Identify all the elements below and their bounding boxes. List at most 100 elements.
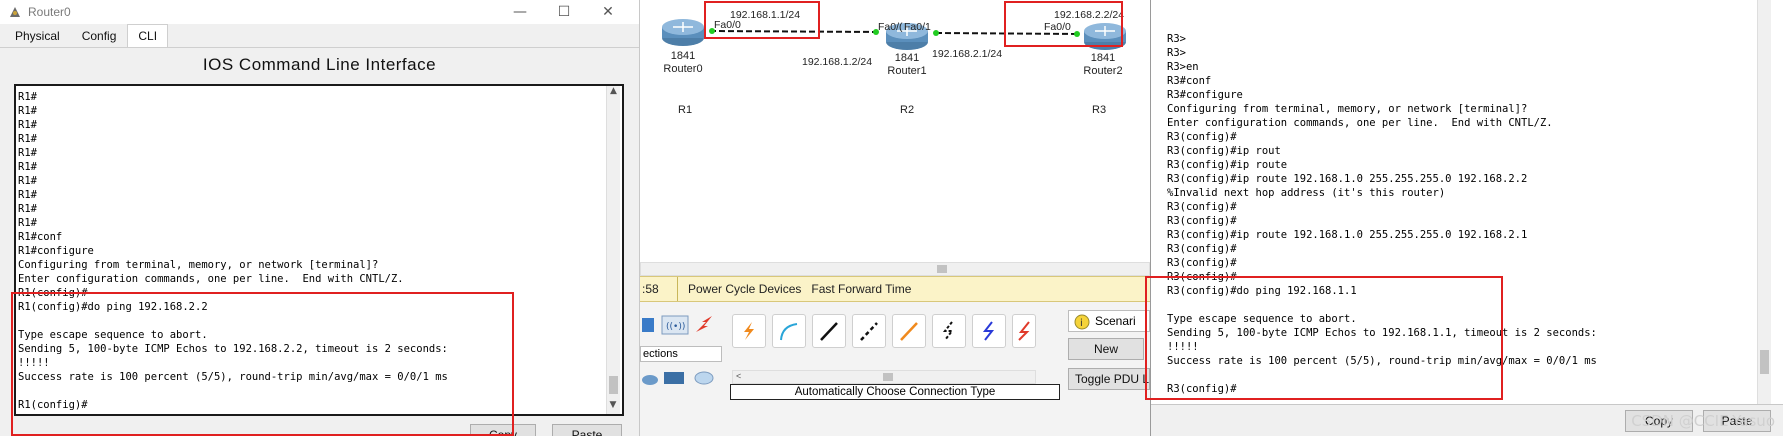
router-icon[interactable] [1080, 18, 1130, 52]
svg-text:((•)): ((•)) [666, 322, 685, 332]
maximize-button[interactable]: ☐ [542, 0, 586, 24]
console-cable-icon[interactable] [772, 314, 806, 348]
router-name: Router1 [887, 65, 927, 77]
terminal-line: R1# [18, 217, 37, 229]
scrollbar-thumb[interactable] [937, 265, 947, 273]
new-scenario-button[interactable]: New [1068, 338, 1144, 360]
terminal-scrollbar[interactable]: ▲ ▼ [606, 86, 620, 414]
logical-workspace: 1841 Router0 R1 1841 Router1 R2 1841 Rou… [640, 0, 1150, 436]
watermark: CSDN @CCIE-Yasuo [1631, 412, 1775, 430]
svg-text:i: i [1080, 318, 1083, 329]
router-model: 1841 [670, 50, 696, 62]
interface-label: Fa0/0 [714, 19, 741, 31]
ip-label: 192.168.2.1/24 [932, 48, 1003, 60]
connection-type-label: Automatically Choose Connection Type [730, 384, 1060, 400]
close-button[interactable]: ✕ [586, 0, 630, 24]
terminal-line: R3(config)# [1167, 131, 1237, 143]
category-label: ections [640, 346, 722, 362]
window-controls: — ☐ ✕ [498, 0, 630, 24]
fiber-cable-icon[interactable] [892, 314, 926, 348]
cli-heading: IOS Command Line Interface [202, 55, 437, 74]
terminal-line: R3(config)#ip route 192.168.1.0 255.255.… [1167, 229, 1528, 241]
power-cycle-button[interactable]: Power Cycle Devices [688, 282, 801, 296]
terminal-line: R3#conf [1167, 75, 1212, 87]
router2-cli-window: R3> R3> R3>en R3#conf R3#configure Confi… [1145, 0, 1783, 436]
scrollbar-thumb[interactable] [1760, 350, 1769, 374]
serial-cable-icon[interactable] [1012, 314, 1036, 348]
terminal-line: !!!!! [1167, 341, 1199, 353]
terminal-line: !!!!! [18, 357, 50, 369]
phone-cable-icon[interactable] [932, 314, 966, 348]
tab-cli[interactable]: CLI [127, 24, 169, 47]
terminal-line: R1(config)# [18, 399, 88, 411]
coaxial-cable-icon[interactable] [972, 314, 1006, 348]
terminal-line: R1# [18, 175, 37, 187]
terminal-line: R3(config)# [1167, 243, 1237, 255]
terminal-line: R1# [18, 91, 37, 103]
terminal-output[interactable]: R1# R1# R1# R1# R1# R1# R1# R1# R1# R1# … [18, 90, 604, 412]
router0-label: 1841 Router0 [652, 50, 714, 76]
scrollbar-thumb[interactable] [609, 376, 618, 394]
fast-forward-button[interactable]: Fast Forward Time [811, 282, 911, 296]
window-title: Router0 [28, 5, 71, 19]
scroll-left-icon[interactable]: < [736, 371, 741, 381]
terminal-line: R3(config)# [1167, 257, 1237, 269]
minimize-button[interactable]: — [498, 0, 542, 24]
sim-timer: :58 [640, 277, 678, 301]
router-icon[interactable] [660, 14, 706, 48]
terminal-line: Enter configuration commands, one per li… [18, 273, 404, 285]
terminal-line: R1#configure [18, 245, 94, 257]
terminal-line: R3(config)#ip rout [1167, 145, 1281, 157]
workspace-scrollbar[interactable] [640, 262, 1150, 276]
copy-button[interactable]: Copy [470, 424, 536, 436]
terminal-line: R3(config)# [1167, 383, 1237, 395]
terminal-line: R3(config)#do ping 192.168.1.1 [1167, 285, 1357, 297]
terminal-output[interactable]: R3> R3> R3>en R3#conf R3#configure Confi… [1167, 32, 1757, 400]
device-toolbox: ((•)) ections < Automatically Choose Con… [640, 302, 1150, 436]
scroll-down-icon[interactable]: ▼ [607, 400, 619, 414]
terminal-line: R3>en [1167, 61, 1199, 73]
info-icon[interactable]: i [1074, 314, 1090, 330]
scrollbar-thumb[interactable] [883, 373, 893, 381]
device-subcategory-icons[interactable] [640, 368, 722, 388]
terminal-line: Type escape sequence to abort. [1167, 313, 1357, 325]
paste-button[interactable]: Paste [552, 424, 622, 436]
terminal-scrollbar[interactable] [1757, 0, 1771, 404]
terminal-line: R1# [18, 189, 37, 201]
crossover-cable-icon[interactable] [852, 314, 886, 348]
terminal-line: R3> [1167, 33, 1186, 45]
terminal-line: R3(config)# [1167, 271, 1237, 283]
scenario-label: Scenari [1095, 314, 1136, 328]
interface-label: Fa0/1 [904, 21, 931, 33]
terminal-line: R1(config)#do ping 192.168.2.2 [18, 301, 208, 313]
ip-label: 192.168.1.2/24 [802, 56, 873, 68]
router-tag: R2 [900, 104, 915, 116]
router-model: 1841 [1090, 52, 1116, 64]
console-cable-icon[interactable] [732, 314, 766, 348]
terminal-line: R3(config)# [1167, 201, 1237, 213]
router1-label: 1841 Router1 [876, 52, 938, 78]
terminal-line: R1# [18, 105, 37, 117]
cable-scrollbar[interactable]: < [732, 370, 1036, 384]
scroll-up-icon[interactable]: ▲ [607, 86, 620, 100]
router-name: Router2 [1083, 65, 1123, 77]
realtime-bar: :58 Power Cycle Devices Fast Forward Tim… [640, 276, 1150, 302]
router-name: Router0 [663, 63, 703, 75]
connections-category-icon[interactable]: ((•)) [640, 314, 722, 336]
tab-physical[interactable]: Physical [4, 24, 71, 47]
tab-config[interactable]: Config [71, 24, 128, 47]
router2-label: 1841 Router2 [1072, 52, 1134, 78]
terminal-line: R3(config)#ip route 192.168.1.0 255.255.… [1167, 173, 1528, 185]
router-tag: R1 [678, 104, 693, 116]
screenshot-root: Router0 — ☐ ✕ Physical Config CLI IOS Co… [0, 0, 1783, 436]
terminal-line: Configuring from terminal, memory, or ne… [1167, 103, 1528, 115]
terminal-line: Success rate is 100 percent (5/5), round… [1167, 355, 1597, 367]
straight-through-cable-icon[interactable] [812, 314, 846, 348]
packet-tracer-icon [10, 7, 20, 17]
terminal-line: Configuring from terminal, memory, or ne… [18, 259, 379, 271]
toggle-pdu-button[interactable]: Toggle PDU L [1068, 368, 1150, 390]
terminal-line: R3(config)#ip route [1167, 159, 1288, 171]
